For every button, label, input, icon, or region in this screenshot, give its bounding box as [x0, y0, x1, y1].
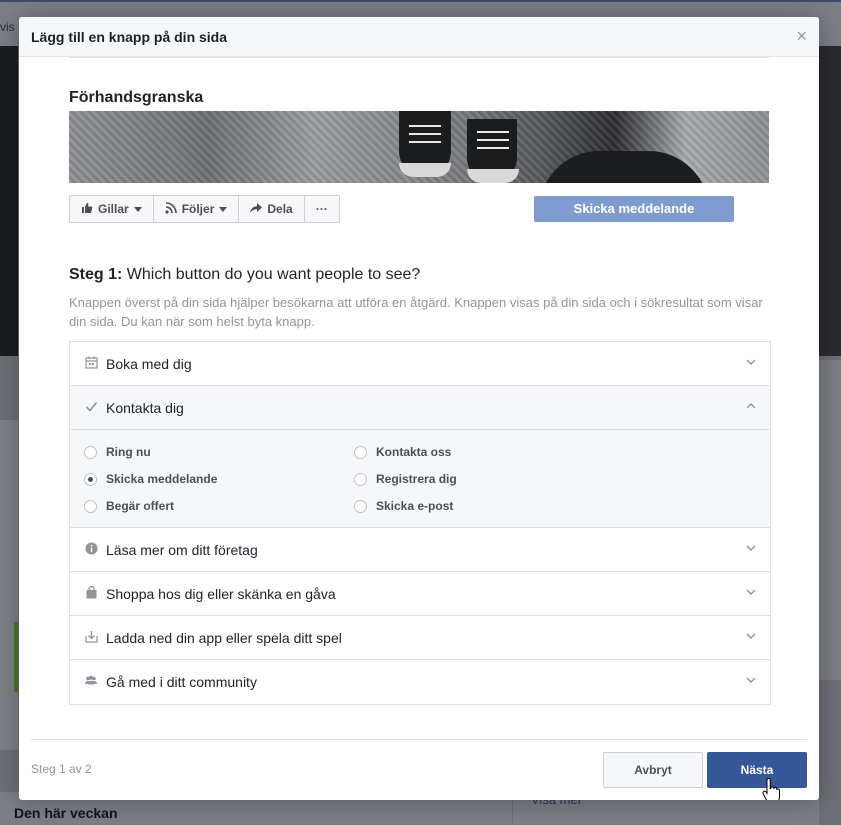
- close-icon[interactable]: ×: [796, 26, 807, 46]
- follow-label: Följer: [181, 202, 215, 216]
- dialog-header: Lägg till en knapp på din sida ×: [19, 17, 819, 57]
- contact-options: Ring nu Kontakta oss Skicka meddelande R…: [70, 430, 770, 528]
- radio-button[interactable]: [354, 445, 367, 459]
- chevron-down-icon: [746, 633, 756, 639]
- radio-button[interactable]: [354, 499, 367, 513]
- background-green-card: [14, 622, 18, 692]
- step-description: Knappen överst på din sida hjälper besök…: [69, 295, 763, 329]
- download-icon: [84, 630, 98, 644]
- step-question: Which button do you want people to see?: [126, 266, 421, 283]
- chevron-up-icon: [746, 403, 756, 409]
- chevron-down-icon: [746, 589, 756, 595]
- radio-button-selected[interactable]: [84, 472, 97, 486]
- background-right-column: [818, 46, 841, 356]
- radio-button[interactable]: [84, 499, 97, 513]
- step-title: Steg 1: Which button do you want people …: [69, 266, 420, 284]
- sneaker-shape: [467, 119, 519, 183]
- share-label: Dela: [267, 202, 293, 216]
- category-shop[interactable]: Shoppa hos dig eller skänka en gåva: [70, 572, 770, 616]
- category-label: Boka med dig: [106, 356, 192, 372]
- like-label: Gillar: [98, 202, 129, 216]
- option-sign-up[interactable]: Registrera dig: [354, 472, 457, 486]
- step-prefix: Steg 1:: [69, 266, 123, 283]
- follow-button[interactable]: Följer: [154, 196, 240, 222]
- option-label: Skicka meddelande: [106, 472, 218, 486]
- background-topbar-text: vis: [0, 20, 15, 34]
- option-call-now[interactable]: Ring nu: [84, 445, 151, 459]
- category-label: Ladda ned din app eller spela ditt spel: [106, 630, 342, 646]
- cta-button-preview: Skicka meddelande: [534, 196, 734, 222]
- sneaker-shape: [399, 111, 451, 177]
- checkmark-icon: [84, 400, 98, 414]
- add-button-dialog: Lägg till en knapp på din sida × Förhand…: [19, 17, 819, 800]
- category-learn-more[interactable]: Läsa mer om ditt företag: [70, 528, 770, 572]
- background-cover-photo: [0, 46, 18, 356]
- chevron-down-icon: [746, 359, 756, 365]
- people-icon: [84, 674, 98, 688]
- category-label: Läsa mer om ditt företag: [106, 542, 258, 558]
- radio-button[interactable]: [354, 472, 367, 486]
- chevron-down-icon: [219, 206, 228, 212]
- this-week-heading: Den här veckan: [14, 805, 118, 821]
- category-contact[interactable]: Kontakta dig: [70, 386, 770, 430]
- thumbs-up-icon: [81, 202, 93, 217]
- shopping-bag-icon: [84, 585, 98, 600]
- chevron-down-icon: [133, 206, 142, 212]
- step-counter: Steg 1 av 2: [31, 762, 92, 776]
- category-label: Gå med i ditt community: [106, 674, 257, 690]
- chevron-down-icon: [746, 677, 756, 683]
- divider: [69, 57, 769, 58]
- category-book[interactable]: Boka med dig: [70, 342, 770, 386]
- hand-cursor-icon: [762, 778, 780, 800]
- page-action-bar: Gillar Följer Dela ···: [69, 195, 340, 223]
- category-label: Shoppa hos dig eller skänka en gåva: [106, 586, 336, 602]
- category-community[interactable]: Gå med i ditt community: [70, 660, 770, 704]
- option-label: Registrera dig: [376, 472, 457, 486]
- option-label: Ring nu: [106, 445, 151, 459]
- footer-divider: [31, 739, 807, 740]
- option-label: Kontakta oss: [376, 445, 452, 459]
- share-button[interactable]: Dela: [239, 196, 305, 222]
- rss-icon: [165, 201, 177, 217]
- option-send-email[interactable]: Skicka e-post: [354, 499, 453, 513]
- option-label: Skicka e-post: [376, 499, 454, 513]
- next-button[interactable]: Nästa: [707, 752, 807, 788]
- category-label: Kontakta dig: [106, 400, 184, 416]
- like-button[interactable]: Gillar: [70, 196, 154, 222]
- share-arrow-icon: [250, 202, 263, 217]
- category-download-app[interactable]: Ladda ned din app eller spela ditt spel: [70, 616, 770, 660]
- more-button[interactable]: ···: [305, 196, 339, 222]
- more-icon: ···: [315, 202, 328, 216]
- background-right-panel: [818, 360, 841, 680]
- option-label: Begär offert: [106, 499, 175, 513]
- radio-button[interactable]: [84, 445, 97, 459]
- preview-heading: Förhandsgranska: [69, 89, 204, 106]
- button-category-list: Boka med dig Kontakta dig Ring nu Kontak…: [69, 341, 771, 705]
- cancel-button[interactable]: Avbryt: [603, 752, 703, 788]
- cover-photo-preview: [69, 111, 769, 183]
- calendar-icon: [84, 356, 98, 370]
- info-icon: [84, 542, 98, 556]
- option-request-quote[interactable]: Begär offert: [84, 499, 174, 513]
- dialog-title: Lägg till en knapp på din sida: [31, 29, 228, 45]
- chevron-down-icon: [746, 545, 756, 551]
- option-send-message[interactable]: Skicka meddelande: [84, 472, 217, 486]
- option-contact-us[interactable]: Kontakta oss: [354, 445, 451, 459]
- background-left-panel: [0, 420, 18, 750]
